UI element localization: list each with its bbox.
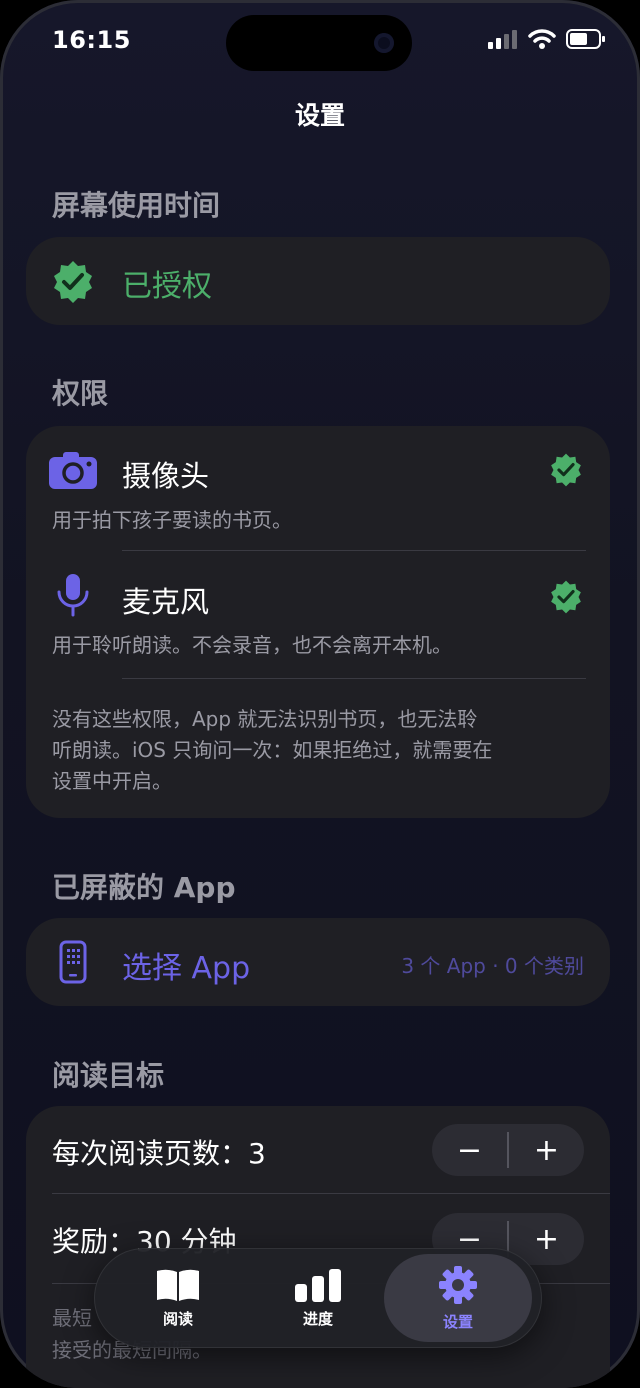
tab-label: 设置 [442, 1312, 473, 1331]
footnote-line: 设置中开启。 [52, 769, 172, 793]
pages-per-session-label: 每次阅读页数：3 [52, 1137, 266, 1170]
tab-reading[interactable]: 阅读 [104, 1248, 252, 1348]
pages-increment-button[interactable]: + [509, 1124, 584, 1176]
front-camera [374, 33, 394, 53]
divider [122, 678, 586, 679]
select-apps-label: 选择 App [122, 951, 251, 986]
footnote-line: 听朗读。iOS 只询问一次：如果拒绝过，就需要在 [52, 738, 493, 762]
microphone-description: 用于聆听朗读。不会录音，也不会离开本机。 [52, 633, 452, 657]
select-apps-row[interactable]: 选择 App 3 个 App · 0 个类别 [26, 918, 610, 1006]
camera-icon [49, 452, 97, 489]
tab-settings[interactable]: 设置 [384, 1254, 532, 1342]
divider [52, 1193, 610, 1194]
authorized-status: 已授权 [122, 269, 212, 304]
camera-permission-row[interactable]: 摄像头 用于拍下孩子要读的书页。 [26, 426, 610, 550]
phone-grid-icon [59, 940, 87, 984]
reading-goal-header: 阅读目标 [52, 1059, 165, 1092]
blocked-apps-summary: 3 个 App · 0 个类别 [401, 954, 584, 978]
blocked-apps-header: 已屏蔽的 App [52, 871, 236, 904]
verified-badge-icon [54, 261, 92, 303]
screen-time-card: 已授权 [26, 237, 610, 325]
book-icon [157, 1269, 199, 1301]
bar-chart-icon [295, 1268, 341, 1302]
pages-decrement-button[interactable]: − [432, 1124, 507, 1176]
tab-bar: 阅读 进度 设置 [94, 1248, 542, 1348]
permissions-header: 权限 [52, 377, 109, 410]
microphone-title: 麦克风 [122, 585, 210, 619]
pages-stepper: − + [432, 1124, 584, 1176]
page-title: 设置 [294, 101, 345, 130]
footnote-line: 没有这些权限，App 就无法识别书页，也无法聆 [52, 707, 478, 731]
microphone-icon [57, 574, 89, 617]
microphone-permission-row[interactable]: 麦克风 用于聆听朗读。不会录音，也不会离开本机。 [26, 551, 610, 677]
permissions-card: 摄像头 用于拍下孩子要读的书页。 麦克风 用于聆听朗读。不会录音，也不会离开本机… [26, 426, 610, 818]
tab-label: 阅读 [162, 1309, 193, 1328]
permissions-footnote: 没有这些权限，App 就无法识别书页，也无法聆 听朗读。iOS 只询问一次：如果… [52, 704, 592, 797]
status-time: 16:15 [52, 26, 131, 54]
status-icons [488, 28, 606, 50]
camera-granted-icon [551, 453, 581, 487]
screen-time-header: 屏幕使用时间 [52, 189, 221, 222]
gear-icon [439, 1265, 477, 1304]
microphone-granted-icon [551, 580, 581, 614]
battery-icon [566, 29, 605, 49]
cellular-signal-icon [488, 30, 517, 49]
camera-title: 摄像头 [122, 459, 210, 493]
camera-description: 用于拍下孩子要读的书页。 [52, 508, 292, 532]
tab-label: 进度 [302, 1309, 333, 1328]
wifi-icon [528, 29, 556, 49]
phone-screen: 16:15 设置 屏幕使用时间 已授权 权限 摄像头 用于拍下孩子要读的书页。 … [0, 0, 640, 1388]
tab-progress[interactable]: 进度 [244, 1248, 392, 1348]
dynamic-island [226, 15, 412, 71]
